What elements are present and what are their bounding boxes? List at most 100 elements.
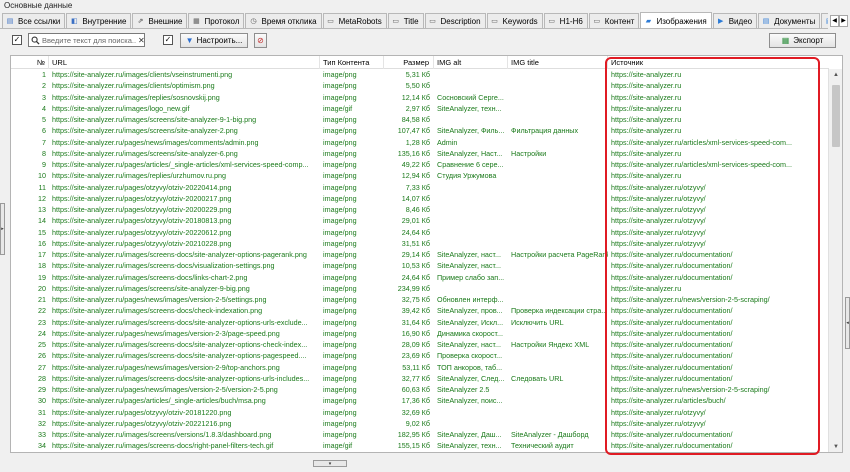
table-row[interactable]: 5 https://site-analyzer.ru/images/screens… (11, 114, 829, 125)
filter-checkbox[interactable]: ✓ (12, 35, 22, 45)
tab-images[interactable]: ▰ Изображения (640, 12, 712, 28)
settings-checkbox[interactable]: ✓ (163, 35, 173, 45)
table-row[interactable]: 33 https://site-analyzer.ru/images/screen… (11, 429, 829, 440)
search-input[interactable] (40, 35, 136, 45)
row-url: https://site-analyzer.ru/images/screens/… (52, 126, 238, 136)
row-number: 22 (38, 306, 46, 316)
column-header-content-type[interactable]: Тип Контента (320, 56, 384, 69)
row-img-alt: Проверка скорост... (437, 351, 503, 361)
configure-button[interactable]: ▼ Настроить... (180, 33, 248, 48)
row-number: 32 (38, 418, 46, 428)
table-row[interactable]: 26 https://site-analyzer.ru/images/screen… (11, 350, 829, 361)
row-number: 34 (38, 441, 46, 451)
scroll-down-icon[interactable]: ▼ (829, 441, 842, 452)
row-source: https://site-analyzer.ru/documentation/ (611, 250, 733, 259)
table-row[interactable]: 19 https://site-analyzer.ru/images/screen… (11, 272, 829, 283)
tab-keywords[interactable]: ▭ Keywords (486, 13, 543, 28)
row-size: 234,99 Кб (397, 283, 430, 293)
row-content-type: image/gif (323, 441, 353, 451)
tab-protocol[interactable]: ▦ Протокол (188, 13, 245, 28)
tab-metarobots[interactable]: ▭ MetaRobots (322, 13, 387, 28)
table-row[interactable]: 15 https://site-analyzer.ru/pages/otzyvy/… (11, 227, 829, 238)
table-row[interactable]: 18 https://site-analyzer.ru/images/screen… (11, 260, 829, 271)
table-row[interactable]: 8 https://site-analyzer.ru/images/screens… (11, 148, 829, 159)
table-row[interactable]: 24 https://site-analyzer.ru/pages/news/im… (11, 328, 829, 339)
row-source: https://site-analyzer.ru/documentation/ (611, 328, 733, 338)
table-row[interactable]: 25 https://site-analyzer.ru/images/screen… (11, 339, 829, 350)
table-row[interactable]: 4 https://site-analyzer.ru/images/logo_ne… (11, 103, 829, 114)
row-img-alt (434, 215, 508, 226)
all-links-icon: ▤ (6, 18, 14, 25)
tab-label: Видео (728, 16, 753, 26)
table-row[interactable]: 16 https://site-analyzer.ru/pages/otzyvy/… (11, 238, 829, 249)
tab-all-links[interactable]: ▤ Все ссылки (2, 13, 66, 28)
row-number: 7 (42, 137, 46, 147)
clear-search-icon[interactable]: ✕ (138, 36, 145, 45)
table-row[interactable]: 17 https://site-analyzer.ru/images/screen… (11, 249, 829, 260)
table-row[interactable]: 21 https://site-analyzer.ru/pages/news/im… (11, 294, 829, 305)
row-img-alt (434, 114, 508, 125)
table-row[interactable]: 7 https://site-analyzer.ru/pages/news/ima… (11, 137, 829, 148)
table-row[interactable]: 34 https://site-analyzer.ru/images/screen… (11, 440, 829, 451)
tab-scroll-left-icon[interactable]: ◀ (830, 14, 839, 27)
row-size: 29,01 Кб (401, 216, 430, 226)
column-header-url[interactable]: URL (49, 56, 320, 69)
table-row[interactable]: 32 https://site-analyzer.ru/pages/otzyvy/… (11, 418, 829, 429)
table-row[interactable]: 10 https://site-analyzer.ru/images/replie… (11, 170, 829, 181)
row-img-title (508, 272, 608, 283)
right-panel-splitter[interactable]: ◂ (845, 297, 850, 349)
table-row[interactable]: 22 https://site-analyzer.ru/images/screen… (11, 305, 829, 316)
tab-label: Keywords (502, 16, 538, 26)
vertical-scrollbar[interactable]: ▲ ▼ (828, 69, 842, 452)
table-row[interactable]: 27 https://site-analyzer.ru/pages/news/im… (11, 362, 829, 373)
table-row[interactable]: 1 https://site-analyzer.ru/images/clients… (11, 69, 829, 80)
tab-label: Все ссылки (18, 16, 61, 26)
table-row[interactable]: 28 https://site-analyzer.ru/images/screen… (11, 373, 829, 384)
tab-description[interactable]: ▭ Description (424, 13, 486, 28)
tab-scroll-right-icon[interactable]: ▶ (839, 14, 848, 27)
tab-title[interactable]: ▭ Title (387, 13, 424, 28)
export-button-label: Экспорт (793, 36, 824, 45)
column-header-number[interactable]: № (11, 56, 49, 69)
tab-external-links[interactable]: ⇗ Внешние (132, 13, 188, 28)
row-content-type: image/png (323, 126, 357, 136)
table-row[interactable]: 29 https://site-analyzer.ru/pages/news/im… (11, 384, 829, 395)
column-header-img-title[interactable]: IMG title (508, 56, 608, 69)
row-content-type: image/png (323, 328, 357, 338)
table-row[interactable]: 12 https://site-analyzer.ru/pages/otzyvy/… (11, 193, 829, 204)
row-content-type: image/png (323, 250, 357, 259)
tab-video[interactable]: ▶ Видео (712, 13, 758, 28)
row-url: https://site-analyzer.ru/pages/otzyvy/ot… (52, 182, 232, 192)
bottom-panel-splitter[interactable]: ▾ (313, 460, 347, 467)
tab-label: Внутренние (82, 16, 127, 26)
table-row[interactable]: 2 https://site-analyzer.ru/images/clients… (11, 80, 829, 91)
tab-content[interactable]: ▭ Контент (588, 13, 640, 28)
table-row[interactable]: 14 https://site-analyzer.ru/pages/otzyvy/… (11, 215, 829, 226)
table-row[interactable]: 11 https://site-analyzer.ru/pages/otzyvy/… (11, 182, 829, 193)
row-img-alt (434, 283, 508, 294)
scroll-up-icon[interactable]: ▲ (829, 69, 842, 81)
row-source: https://site-analyzer.ru/documentation/ (611, 362, 733, 372)
column-header-img-alt[interactable]: IMG alt (434, 56, 508, 69)
column-header-source[interactable]: Источник (608, 56, 829, 69)
table-row[interactable]: 3 https://site-analyzer.ru/images/replies… (11, 92, 829, 103)
table-row[interactable]: 23 https://site-analyzer.ru/images/screen… (11, 317, 829, 328)
reset-filter-button[interactable]: ⊘ (254, 33, 267, 48)
table-row[interactable]: 6 https://site-analyzer.ru/images/screens… (11, 125, 829, 136)
tab-documents[interactable]: ▤ Документы (758, 13, 821, 28)
column-header-size[interactable]: Размер (384, 56, 434, 69)
row-size: 28,09 Кб (401, 340, 430, 349)
tab-headings[interactable]: ▭ H1-H6 (543, 13, 588, 28)
tab-internal-links[interactable]: ◧ Внутренние (66, 13, 132, 28)
scrollbar-thumb[interactable] (832, 85, 840, 147)
left-panel-splitter[interactable]: ▸ (0, 203, 5, 255)
table-row[interactable]: 30 https://site-analyzer.ru/pages/article… (11, 395, 829, 406)
tab-response-time[interactable]: ◷ Время отклика (245, 13, 322, 28)
table-row[interactable]: 9 https://site-analyzer.ru/pages/articles… (11, 159, 829, 170)
table-row[interactable]: 13 https://site-analyzer.ru/pages/otzyvy/… (11, 204, 829, 215)
export-button[interactable]: ▦ Экспорт (769, 33, 836, 48)
row-number: 23 (38, 317, 46, 327)
row-img-title: SiteAnalyzer - Дашборд (511, 430, 589, 439)
table-row[interactable]: 31 https://site-analyzer.ru/pages/otzyvy/… (11, 407, 829, 418)
table-row[interactable]: 20 https://site-analyzer.ru/images/screen… (11, 283, 829, 294)
